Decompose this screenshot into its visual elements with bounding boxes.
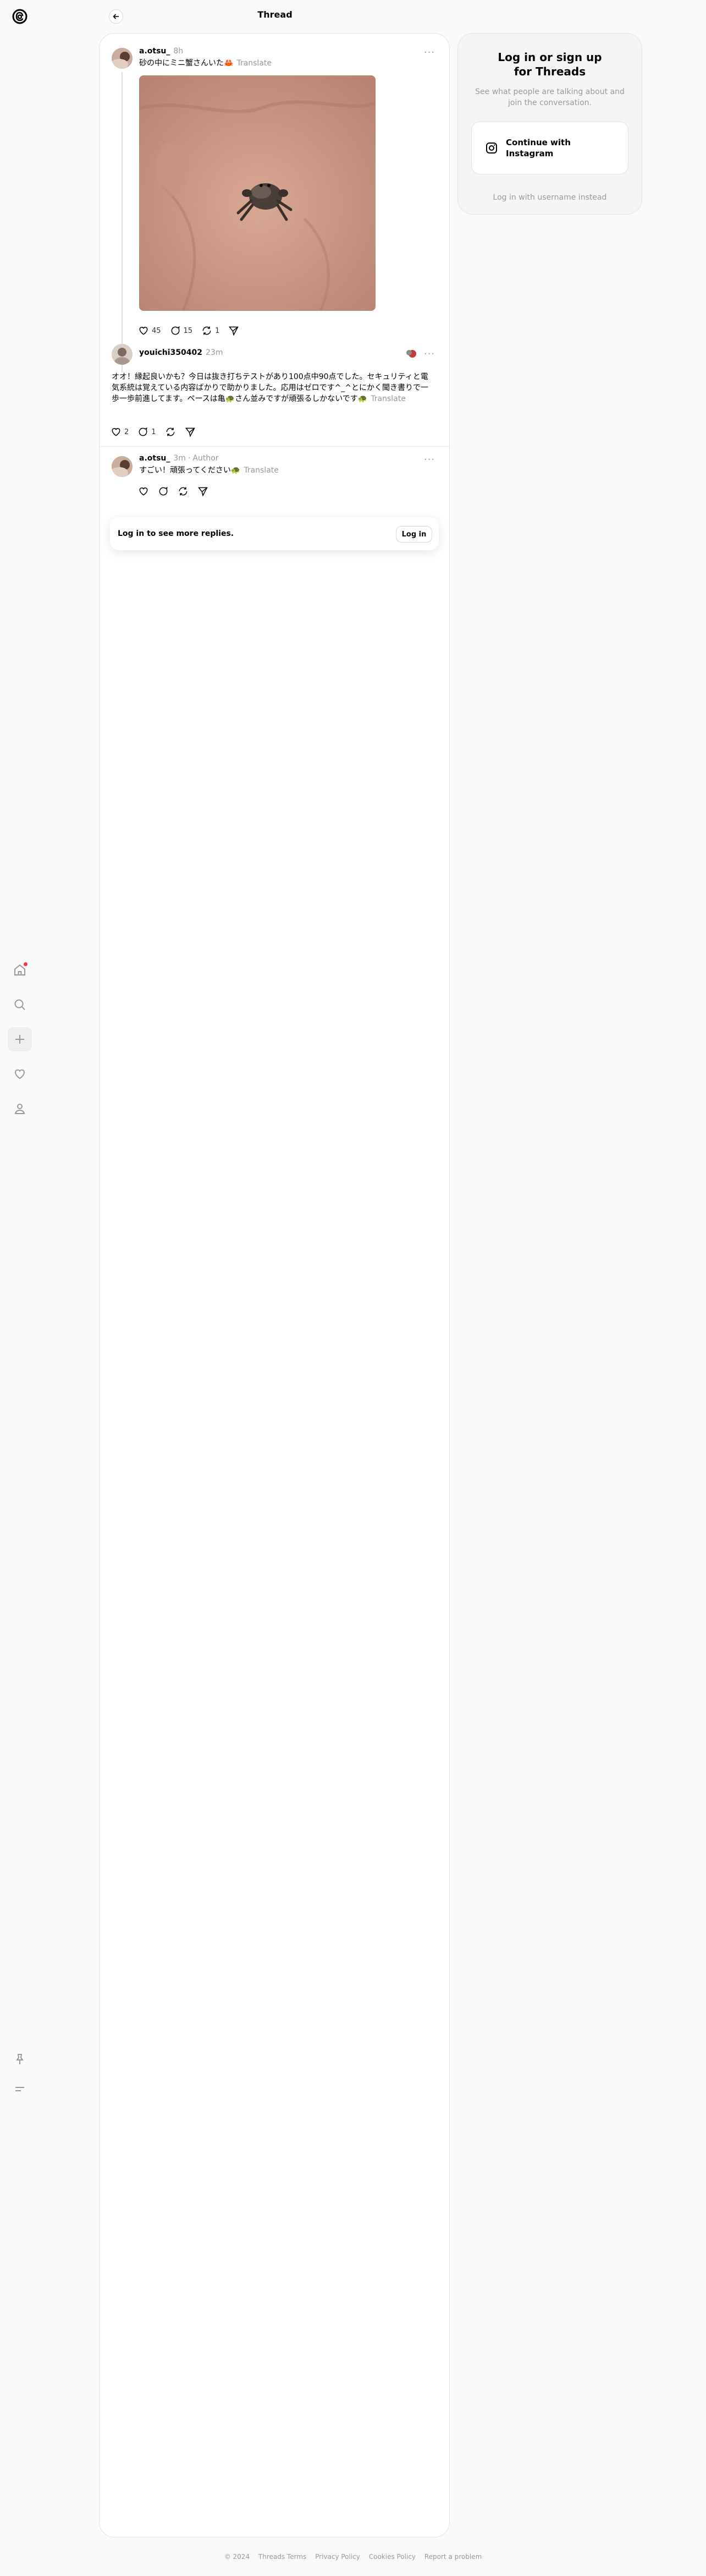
like-button[interactable]: 45 xyxy=(138,325,161,336)
post-body: 砂の中にミニ蟹さんいた🦀 xyxy=(139,59,234,68)
translate-link[interactable]: Translate xyxy=(244,466,279,475)
login-button[interactable]: Log in xyxy=(396,526,432,542)
divider xyxy=(100,446,449,447)
nav-profile[interactable] xyxy=(8,1097,32,1121)
post-text: すごい！頑張ってください🐢 Translate xyxy=(139,465,279,476)
share-button[interactable] xyxy=(185,426,196,437)
username[interactable]: a.otsu_ xyxy=(139,47,170,56)
search-icon xyxy=(14,999,25,1010)
author-separator: · xyxy=(187,454,191,463)
post-actions: 2 1 xyxy=(111,425,205,439)
repost-button[interactable] xyxy=(178,486,189,497)
badge-icon xyxy=(405,348,417,358)
comment-icon xyxy=(139,427,147,436)
nav-create[interactable] xyxy=(8,1027,32,1051)
profile-icon xyxy=(14,1104,25,1114)
username-login-link[interactable]: Log in with username instead xyxy=(458,193,642,202)
comment-icon xyxy=(171,326,180,335)
like-button[interactable] xyxy=(138,486,149,497)
post-text: オオ！縁起良いかも？今日は抜き打ちテストがあり100点中90点でした。セキュリテ… xyxy=(112,371,434,404)
comment-icon xyxy=(159,486,168,496)
like-button[interactable]: 2 xyxy=(111,426,129,437)
thread-feed: a.otsu_ 8h ··· 砂の中にミニ蟹さんいた🦀 Translate 45… xyxy=(99,33,450,2537)
notification-dot xyxy=(24,962,27,966)
repost-icon xyxy=(179,487,187,496)
post-actions: 45 15 1 xyxy=(138,324,248,337)
footer-link-report[interactable]: Report a problem xyxy=(424,2553,482,2561)
signup-card: Log in or sign up for Threads See what p… xyxy=(457,33,642,215)
repost-icon xyxy=(166,427,174,436)
avatar[interactable] xyxy=(112,456,133,477)
reply-count: 1 xyxy=(151,427,156,436)
translate-link[interactable]: Translate xyxy=(371,394,406,403)
menu-icon xyxy=(15,2087,24,2091)
nav-pin[interactable] xyxy=(8,2047,32,2071)
post-text: 砂の中にミニ蟹さんいた🦀 Translate xyxy=(139,58,272,69)
plus-icon xyxy=(15,1035,24,1044)
post-body: すごい！頑張ってください🐢 xyxy=(139,466,241,475)
send-icon xyxy=(229,326,239,336)
nav-activity[interactable] xyxy=(8,1062,32,1086)
repost-count: 1 xyxy=(215,326,220,335)
post-author[interactable]: a.otsu_ 3m · Author xyxy=(139,454,219,463)
post-author[interactable]: a.otsu_ 8h xyxy=(139,47,183,56)
nav-home[interactable] xyxy=(8,958,32,982)
post-time: 3m xyxy=(173,454,186,463)
footer-link-privacy[interactable]: Privacy Policy xyxy=(315,2553,360,2561)
avatar[interactable] xyxy=(112,48,133,69)
repost-button[interactable]: 1 xyxy=(201,325,219,336)
signup-title: Log in or sign up for Threads xyxy=(498,51,602,78)
avatar[interactable] xyxy=(112,344,133,365)
footer-link-cookies[interactable]: Cookies Policy xyxy=(369,2553,416,2561)
continue-with-instagram-button[interactable]: Continue with Instagram xyxy=(471,122,628,174)
post-image[interactable] xyxy=(139,75,376,311)
more-options-button[interactable]: ··· xyxy=(423,453,436,466)
author-label: Author xyxy=(192,454,219,463)
page-title: Thread xyxy=(257,9,293,20)
post-author[interactable]: youichi350402 23m xyxy=(139,348,223,357)
more-options-button[interactable]: ··· xyxy=(423,347,436,360)
more-options-button[interactable]: ··· xyxy=(423,46,436,59)
reply-button[interactable] xyxy=(158,486,169,497)
footer-link-terms[interactable]: Threads Terms xyxy=(258,2553,306,2561)
send-icon xyxy=(185,427,195,437)
footer: © 2024 Threads Terms Privacy Policy Cook… xyxy=(0,2553,706,2561)
like-count: 2 xyxy=(124,427,129,436)
share-button[interactable] xyxy=(228,325,239,336)
repost-icon xyxy=(202,326,211,335)
reply-count: 15 xyxy=(183,326,193,335)
heart-icon xyxy=(15,1069,25,1079)
username[interactable]: youichi350402 xyxy=(139,348,202,357)
post-time: 8h xyxy=(173,47,184,56)
heart-icon xyxy=(139,487,148,496)
reply-button[interactable]: 15 xyxy=(170,325,193,336)
post-actions xyxy=(138,485,217,498)
reply-button[interactable]: 1 xyxy=(137,426,156,437)
nav-menu[interactable] xyxy=(8,2077,32,2101)
login-prompt-text: Log in to see more replies. xyxy=(118,529,234,538)
threads-logo[interactable] xyxy=(11,8,29,25)
send-icon xyxy=(197,487,208,497)
share-button[interactable] xyxy=(197,486,208,497)
heart-icon xyxy=(139,327,148,335)
instagram-icon xyxy=(486,142,497,154)
like-count: 45 xyxy=(152,326,161,335)
login-prompt-card: Log in to see more replies. Log in xyxy=(110,517,439,550)
repost-button[interactable] xyxy=(165,426,176,437)
footer-copyright: © 2024 xyxy=(224,2553,250,2561)
translate-link[interactable]: Translate xyxy=(236,59,272,68)
heart-icon xyxy=(112,428,120,436)
signup-subtitle: See what people are talking about and jo… xyxy=(475,87,625,107)
nav-search[interactable] xyxy=(8,993,32,1017)
thread-line xyxy=(122,72,123,372)
username[interactable]: a.otsu_ xyxy=(139,454,170,463)
post-time: 23m xyxy=(206,348,223,357)
pin-icon xyxy=(16,2054,24,2064)
instagram-button-label: Continue with Instagram xyxy=(506,138,571,158)
